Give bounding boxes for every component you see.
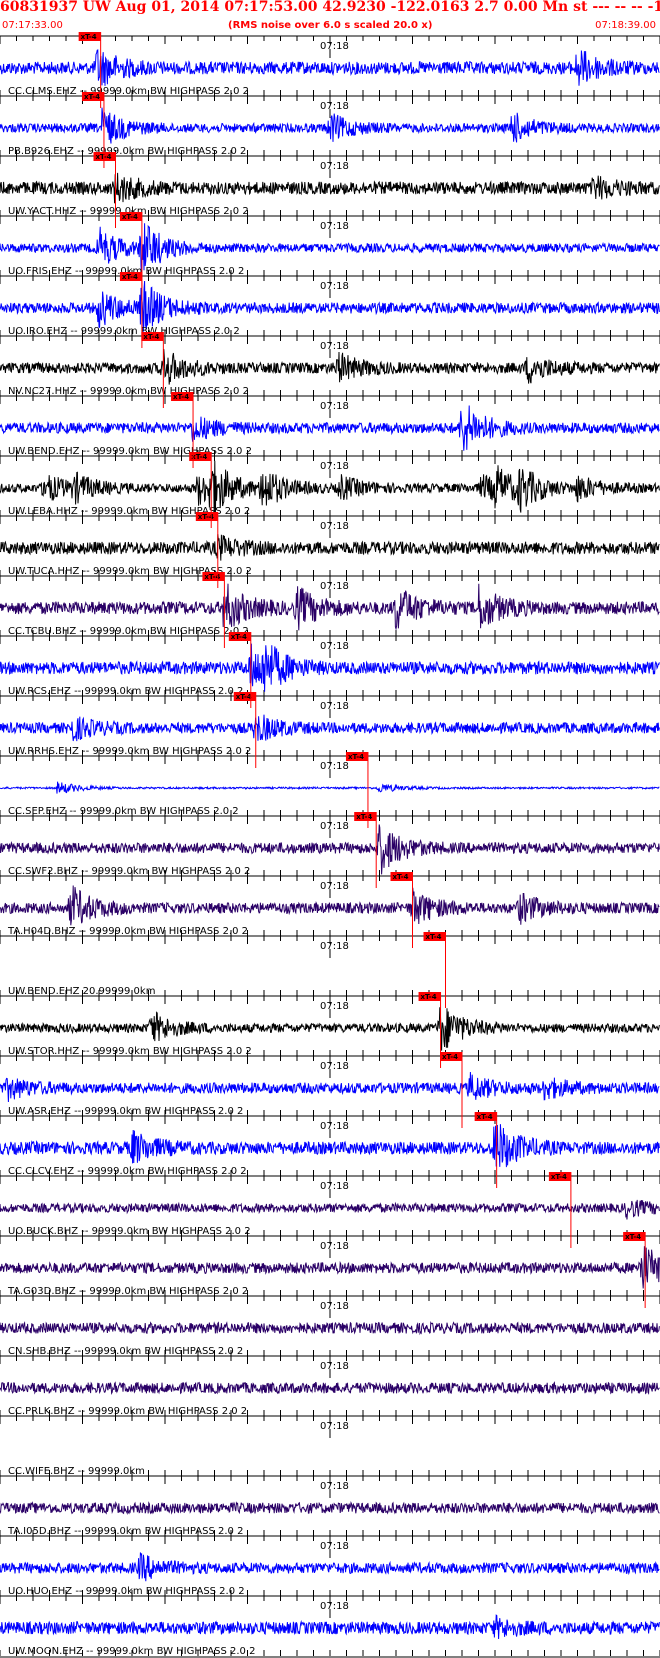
pick-marker-label: xT-4 bbox=[477, 1113, 493, 1121]
station-label: CC.SWF2.BHZ -- 99999.0km BW HIGHPASS 2.0… bbox=[8, 866, 250, 877]
station-label: UW.BEND.EHZ -- 99999.0km BW HIGHPASS 2.0… bbox=[8, 446, 252, 457]
pick-marker-label: xT-4 bbox=[191, 453, 207, 461]
tick-label-0718: 07:18 bbox=[320, 1361, 349, 1372]
station-label: CC.TCBU.BHZ -- 99999.0km BW HIGHPASS 2.0… bbox=[8, 626, 249, 637]
tick-label-0718: 07:18 bbox=[320, 641, 349, 652]
tick-label-0718: 07:18 bbox=[320, 1481, 349, 1492]
tick-label-0718: 07:18 bbox=[320, 521, 349, 532]
station-label: CC.WIFE.BHZ -- 99999.0km bbox=[8, 1466, 145, 1477]
tick-label-0718: 07:18 bbox=[320, 1541, 349, 1552]
pick-marker-label: xT-4 bbox=[426, 933, 442, 941]
tick-label-0718: 07:18 bbox=[320, 881, 349, 892]
pick-marker-label: xT-4 bbox=[348, 753, 364, 761]
tick-label-0718: 07:18 bbox=[320, 1121, 349, 1132]
station-label: UW.RRHS.EHZ -- 99999.0km BW HIGHPASS 2.0… bbox=[8, 746, 251, 757]
waveform-trace bbox=[0, 1500, 660, 1516]
tick-label-0718: 07:18 bbox=[320, 1061, 349, 1072]
tick-label-0718: 07:18 bbox=[320, 581, 349, 592]
tick-label-0718: 07:18 bbox=[320, 1601, 349, 1612]
pick-marker-label: xT-4 bbox=[393, 873, 409, 881]
pick-marker-label: xT-4 bbox=[356, 813, 372, 821]
station-label: TA.G03D.BHZ -- 99999.0km BW HIGHPASS 2.0… bbox=[7, 1286, 248, 1297]
station-label: UO.HUO.EHZ -- 99999.0km BW HIGHPASS 2.0 … bbox=[8, 1586, 245, 1597]
station-label: CC.PRLK.BHZ -- 99999.0km BW HIGHPASS 2.0… bbox=[8, 1406, 247, 1417]
station-label: PB.B926.EHZ -- 99999.0km BW HIGHPASS 2.0… bbox=[8, 146, 246, 157]
waveform-trace bbox=[0, 1199, 660, 1220]
station-label: CC.CLCV.EHZ -- 99999.0km BW HIGHPASS 2.0… bbox=[8, 1166, 247, 1177]
station-label: TA.I05D.BHZ -- 99999.0km BW HIGHPASS 2.0… bbox=[7, 1526, 243, 1537]
tick-label-0718: 07:18 bbox=[320, 1181, 349, 1192]
waveform-trace bbox=[0, 781, 660, 794]
tick-label-0718: 07:18 bbox=[320, 1241, 349, 1252]
station-label: UW.RCS.EHZ -- 99999.0km BW HIGHPASS 2.0 … bbox=[8, 686, 243, 697]
tick-label-0718: 07:18 bbox=[320, 41, 349, 52]
pick-marker-label: xT-4 bbox=[231, 633, 247, 641]
pick-marker-label: xT-4 bbox=[421, 993, 437, 1001]
tick-label-0718: 07:18 bbox=[320, 701, 349, 712]
tick-label-0718: 07:18 bbox=[320, 341, 349, 352]
tick-label-0718: 07:18 bbox=[320, 1301, 349, 1312]
station-label: CN.SHB.BHZ -- 99999.0km BW HIGHPASS 2.0 … bbox=[8, 1346, 243, 1357]
pick-marker-label: xT-4 bbox=[551, 1173, 567, 1181]
waveform-trace bbox=[0, 1321, 660, 1336]
pick-marker-label: xT-4 bbox=[81, 33, 97, 41]
pick-marker-label: xT-4 bbox=[173, 393, 189, 401]
pick-marker-label: xT-4 bbox=[625, 1233, 641, 1241]
station-label: UO.BUCK.BHZ -- 99999.0km BW HIGHPASS 2.0… bbox=[8, 1226, 251, 1237]
tick-label-0718: 07:18 bbox=[320, 221, 349, 232]
station-label: TA.H04D.BHZ -- 99999.0km BW HIGHPASS 2.0… bbox=[7, 926, 248, 937]
pick-marker-label: xT-4 bbox=[84, 93, 100, 101]
pick-marker-label: xT-4 bbox=[122, 273, 138, 281]
pick-marker-label: xT-4 bbox=[236, 693, 252, 701]
pick-marker-label: xT-4 bbox=[143, 333, 159, 341]
tick-label-0718: 07:18 bbox=[320, 761, 349, 772]
station-label: UW.STOR.HHZ -- 99999.0km BW HIGHPASS 2.0… bbox=[8, 1046, 252, 1057]
tick-label-0718: 07:18 bbox=[320, 821, 349, 832]
tick-label-0718: 07:18 bbox=[320, 161, 349, 172]
pick-marker-label: xT-4 bbox=[122, 213, 138, 221]
tick-label-0718: 07:18 bbox=[320, 401, 349, 412]
tick-label-0718: 07:18 bbox=[320, 461, 349, 472]
waveform-trace bbox=[0, 534, 660, 561]
station-label: UO.IRO.EHZ -- 99999.0km BW HIGHPASS 2.0 … bbox=[8, 326, 240, 337]
waveform-trace bbox=[0, 714, 660, 742]
tick-label-0718: 07:18 bbox=[320, 1421, 349, 1432]
station-label: UW.MOON.EHZ -- 99999.0km BW HIGHPASS 2.0… bbox=[8, 1646, 255, 1657]
tick-label-0718: 07:18 bbox=[320, 101, 349, 112]
tick-label-0718: 07:18 bbox=[320, 941, 349, 952]
waveform-trace bbox=[0, 1614, 660, 1640]
tick-label-0718: 07:18 bbox=[320, 1001, 349, 1012]
station-label: UW.BEND.EHZ 20.99999.0km bbox=[8, 986, 155, 997]
station-label: CC.CLMS.EHZ -- 99999.0km BW HIGHPASS 2.0… bbox=[8, 86, 249, 97]
tick-label-0718: 07:18 bbox=[320, 281, 349, 292]
station-label: UW.ASR.EHZ -- 99999.0km BW HIGHPASS 2.0 … bbox=[8, 1106, 243, 1117]
station-label: CC.SEP.EHZ -- 99999.0km BW HIGHPASS 2.0 … bbox=[8, 806, 239, 817]
station-label: NV.NC27.HHZ -- 99999.0km BW HIGHPASS 2.0… bbox=[8, 386, 249, 397]
waveform-trace bbox=[0, 1381, 660, 1396]
seismogram-plot: 07:18 CC.CLMS.EHZ -- 99999.0km BW HIGHPAS… bbox=[0, 32, 660, 1658]
pick-marker-label: xT-4 bbox=[442, 1053, 458, 1061]
